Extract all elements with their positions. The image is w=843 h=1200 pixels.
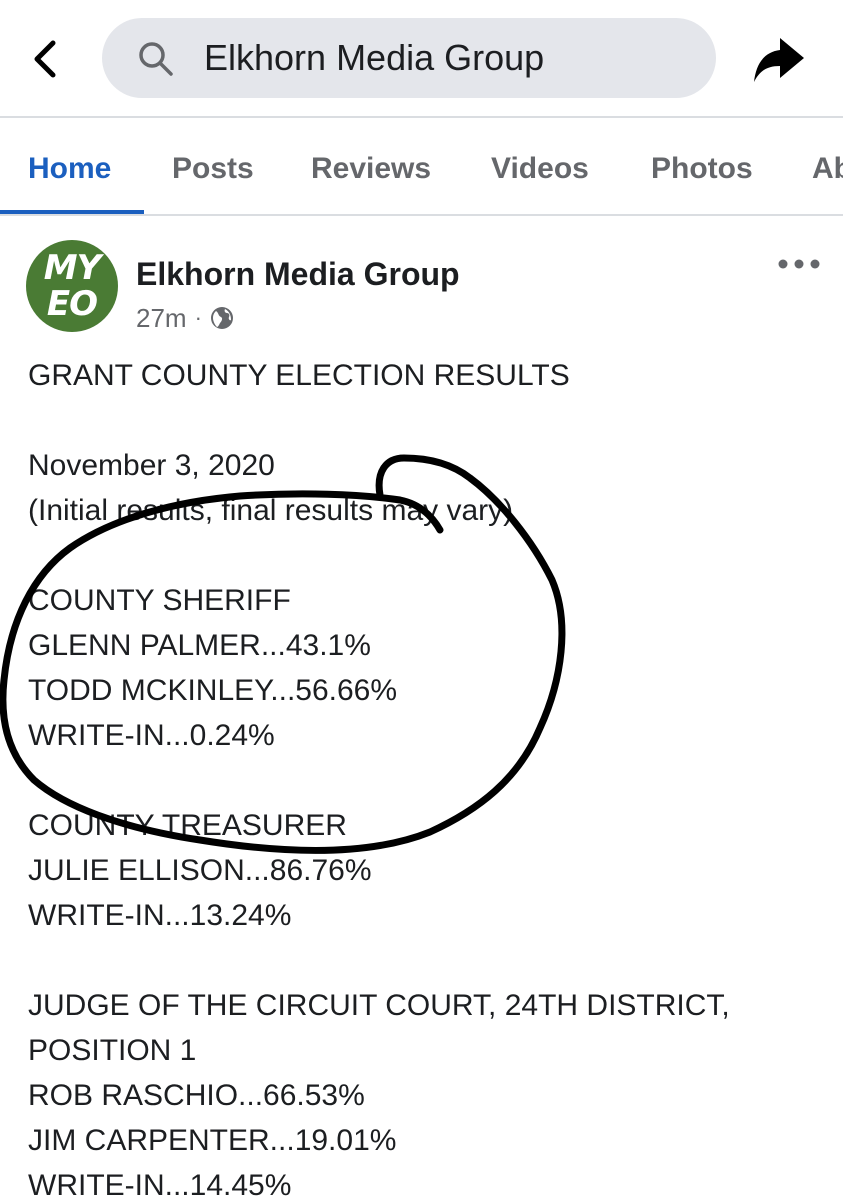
search-input[interactable]: Elkhorn Media Group (102, 18, 716, 98)
avatar-logo-line2: EO (46, 284, 98, 324)
page-tabs: Home Posts Reviews Videos Photos Ab (0, 118, 843, 214)
share-button[interactable] (750, 32, 808, 88)
tabs-divider (0, 214, 843, 216)
app-screen: Elkhorn Media Group Home Posts Reviews V… (0, 0, 843, 1200)
meta-separator: · (194, 305, 202, 330)
result-line: TODD MCKINLEY...56.66% (28, 674, 398, 707)
post-timestamp[interactable]: 27m (136, 303, 187, 334)
ellipsis-icon (778, 259, 820, 269)
result-line: WRITE-IN...13.24% (28, 899, 292, 932)
post-disclaimer: (Initial results, final results may vary… (28, 494, 514, 527)
avatar[interactable]: MY EO (26, 240, 118, 332)
tab-home[interactable]: Home (28, 151, 111, 187)
tab-about[interactable]: Ab (812, 151, 843, 187)
post-date: November 3, 2020 (28, 449, 275, 482)
result-line: ROB RASCHIO...66.53% (28, 1079, 365, 1112)
globe-icon (210, 307, 233, 329)
result-line: WRITE-IN...14.45% (28, 1169, 292, 1200)
tab-photos[interactable]: Photos (651, 151, 753, 187)
result-line: WRITE-IN...0.24% (28, 719, 275, 752)
result-line: JIM CARPENTER...19.01% (28, 1124, 397, 1157)
chevron-left-icon (34, 40, 56, 78)
race-title-judge-position: POSITION 1 (28, 1034, 197, 1067)
back-button[interactable] (22, 36, 68, 82)
post-meta: 27m · (136, 302, 234, 334)
result-line: GLENN PALMER...43.1% (28, 629, 371, 662)
race-title-judge: JUDGE OF THE CIRCUIT COURT, 24TH DISTRIC… (28, 989, 730, 1022)
tab-posts[interactable]: Posts (172, 151, 254, 187)
top-bar: Elkhorn Media Group (0, 0, 843, 116)
post-options-button[interactable] (774, 248, 824, 278)
share-arrow-icon (754, 38, 804, 82)
tab-reviews[interactable]: Reviews (311, 151, 431, 187)
post-heading: GRANT COUNTY ELECTION RESULTS (28, 359, 570, 392)
search-query: Elkhorn Media Group (204, 37, 545, 78)
tab-videos[interactable]: Videos (491, 151, 589, 187)
race-title-treasurer: COUNTY TREASURER (28, 809, 347, 842)
result-line: JULIE ELLISON...86.76% (28, 854, 372, 887)
magnifier-icon (139, 42, 173, 76)
race-title-sheriff: COUNTY SHERIFF (28, 584, 291, 617)
post-author[interactable]: Elkhorn Media Group (136, 254, 460, 294)
avatar-logo-line1: MY (43, 248, 101, 288)
